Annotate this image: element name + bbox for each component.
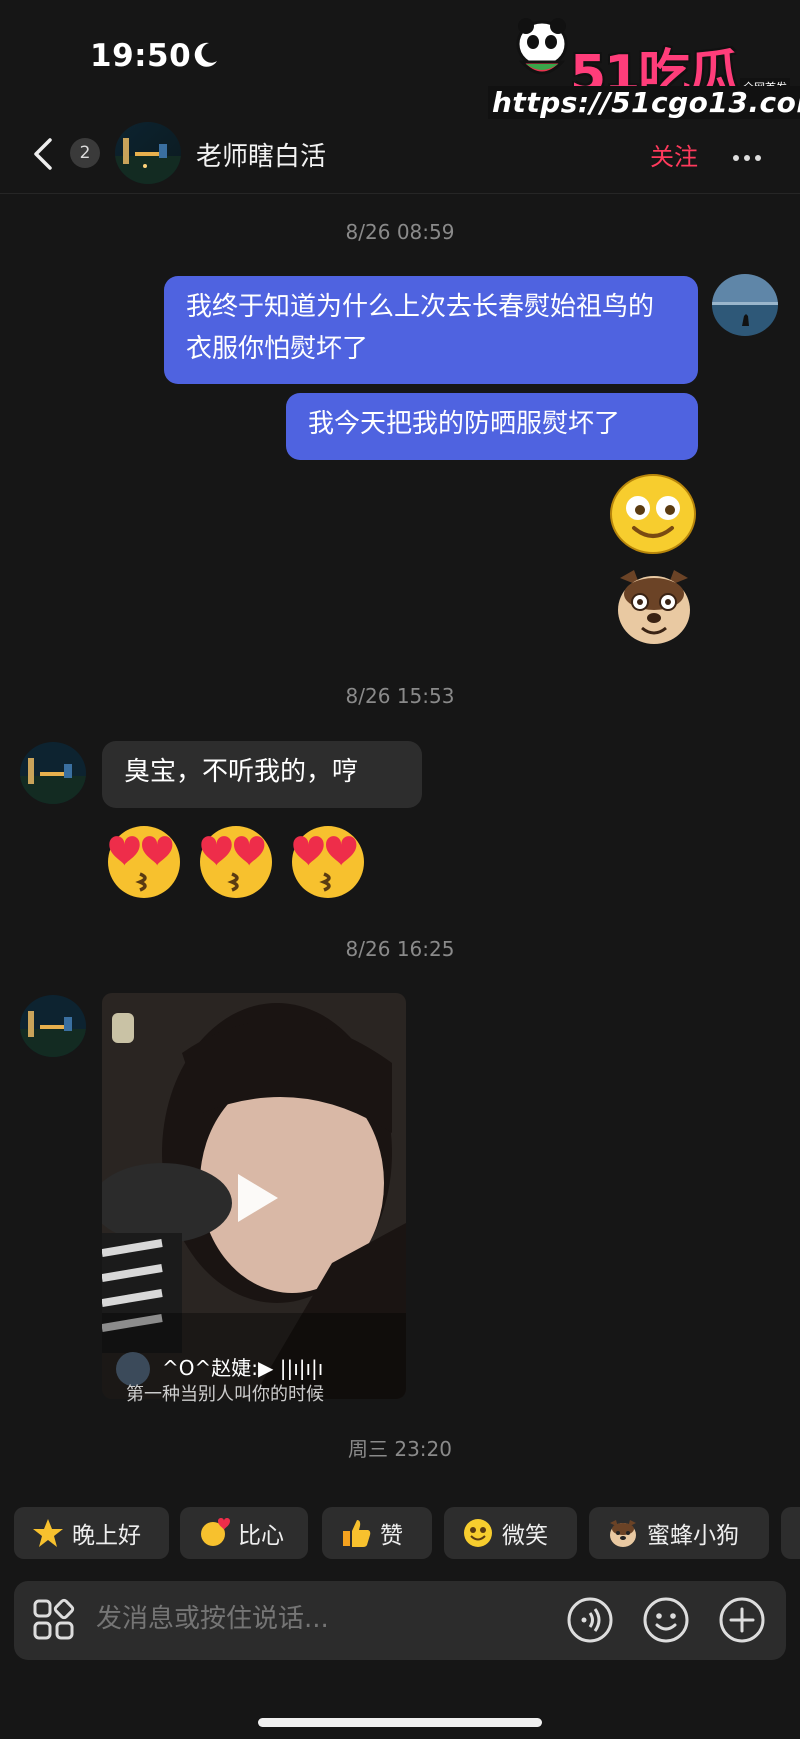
quick-reply-good-evening[interactable]: 晚上好 — [14, 1507, 169, 1559]
voice-icon[interactable] — [566, 1596, 614, 1644]
finger-heart-icon — [201, 1518, 230, 1546]
quick-reply-smile[interactable]: 微笑 — [444, 1507, 577, 1559]
outgoing-message[interactable]: 我终于知道为什么上次去长春熨始祖鸟的衣服你怕熨坏了 — [164, 276, 698, 384]
timestamp: 8/26 15:53 — [345, 684, 455, 708]
chat-title[interactable]: 老师瞎白活 — [196, 136, 326, 173]
quick-reply-heart[interactable]: 比心 — [180, 1507, 308, 1559]
contact-avatar[interactable] — [20, 742, 86, 804]
quick-reply-label: 微笑 — [502, 1523, 548, 1549]
contact-avatar[interactable] — [20, 995, 86, 1057]
heart-eyes-kiss-emoji-icon[interactable] — [194, 820, 278, 900]
timestamp: 8/26 16:25 — [345, 937, 455, 961]
status-time: 19:50 — [90, 38, 192, 74]
play-icon[interactable] — [232, 1170, 282, 1226]
star-icon — [33, 1519, 63, 1547]
follow-button[interactable]: 关注 — [650, 137, 698, 172]
header-divider — [0, 193, 800, 194]
quick-reply-bee-dog[interactable]: 蜜蜂小狗 — [589, 1507, 769, 1559]
dog-sticker-icon[interactable] — [610, 564, 698, 648]
home-indicator[interactable] — [258, 1718, 542, 1727]
timestamp: 周三 23:20 — [348, 1437, 452, 1461]
apps-grid-icon[interactable] — [32, 1598, 76, 1642]
heart-eyes-kiss-emoji-icon[interactable] — [286, 820, 370, 900]
message-input[interactable] — [96, 1604, 536, 1634]
quick-reply-label: 赞 — [380, 1523, 403, 1549]
quick-reply-like[interactable]: 赞 — [322, 1507, 432, 1559]
quick-reply-label: 晚上好 — [72, 1523, 141, 1549]
moon-icon — [194, 42, 217, 67]
smile-icon — [464, 1519, 492, 1547]
quick-reply-label: 比心 — [238, 1523, 284, 1549]
add-icon[interactable] — [718, 1596, 766, 1644]
smile-emoji-icon[interactable] — [608, 472, 698, 556]
watermark-url: https://51cgo13.com — [488, 86, 800, 119]
video-subtitle: 第一种当别人叫你的时候 — [126, 1384, 324, 1405]
outgoing-message[interactable]: 我今天把我的防晒服熨坏了 — [286, 393, 698, 460]
contact-avatar[interactable] — [115, 122, 181, 184]
quick-reply-label: 蜜蜂小狗 — [647, 1523, 739, 1549]
dog-icon — [610, 1520, 636, 1547]
thumbs-up-icon — [343, 1520, 371, 1547]
emoji-icon[interactable] — [642, 1596, 690, 1644]
heart-eyes-kiss-emoji-icon[interactable] — [102, 820, 186, 900]
incoming-message[interactable]: 臭宝，不听我的，哼 — [102, 741, 422, 808]
more-options-icon[interactable] — [733, 146, 766, 165]
unread-badge: 2 — [70, 138, 100, 168]
timestamp: 8/26 08:59 — [345, 220, 455, 244]
my-avatar[interactable] — [712, 274, 778, 336]
quick-reply-overflow[interactable] — [781, 1507, 800, 1559]
back-icon[interactable] — [28, 134, 58, 174]
video-caption: ^O^赵婕:▶ ||ı|ı|ı — [162, 1356, 324, 1380]
panda-mascot-icon — [516, 18, 568, 75]
